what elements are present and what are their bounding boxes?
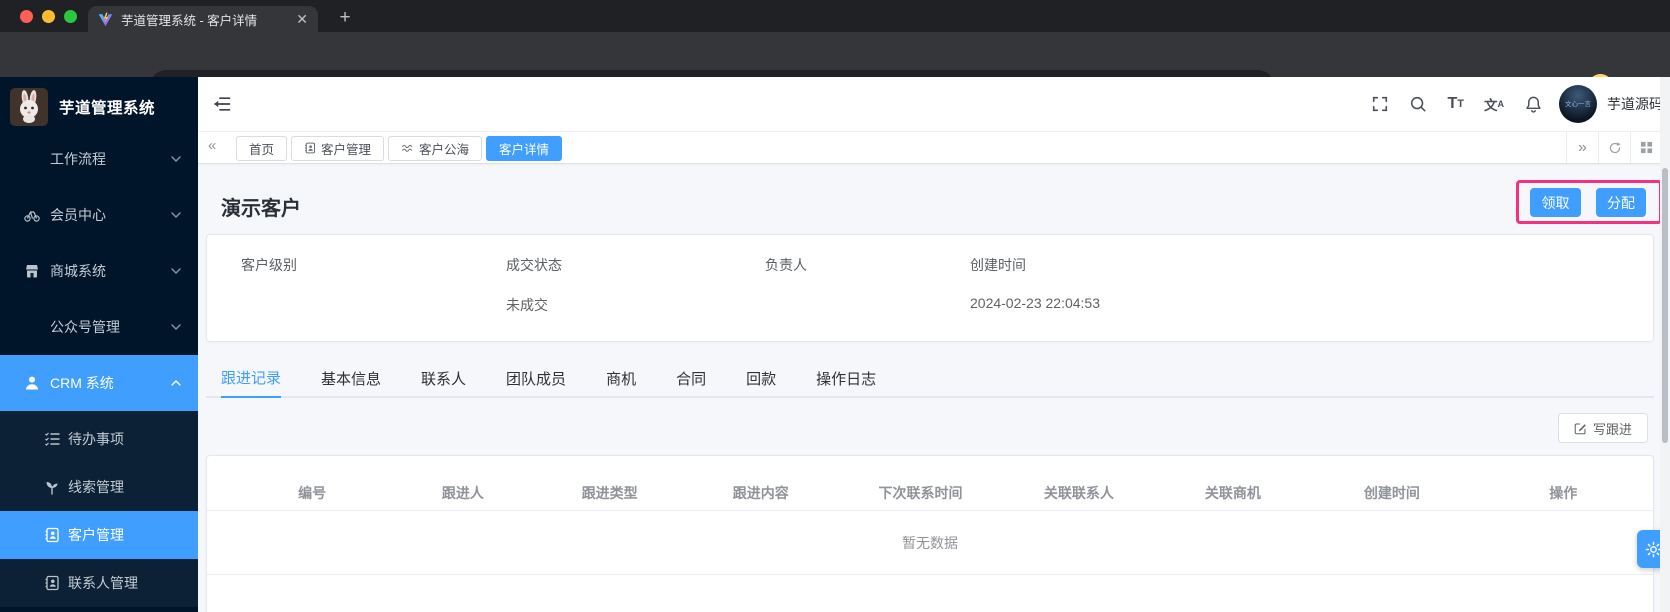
workflow-icon xyxy=(24,151,40,167)
crm-submenu: 待办事项 线索管理 客户管理 联系人管理 xyxy=(0,411,198,607)
column-header: 关联商机 xyxy=(1204,485,1261,501)
sidebar-item-member[interactable]: 会员中心 xyxy=(0,187,198,243)
official-account-icon xyxy=(24,319,40,335)
field-deal-status: 成交状态 未成交 xyxy=(506,257,562,313)
font-size-icon[interactable]: TT xyxy=(1447,95,1464,113)
edit-icon xyxy=(1574,423,1586,434)
language-icon[interactable]: 文A xyxy=(1484,94,1504,114)
column-header: 创建时间 xyxy=(1363,485,1420,501)
logo-rabbit-image xyxy=(10,88,48,126)
column-header: 下次联系时间 xyxy=(878,485,963,501)
field-owner: 负责人 xyxy=(765,257,807,273)
tags-layout-grid-icon[interactable] xyxy=(1630,132,1662,163)
vite-favicon-icon xyxy=(98,12,113,27)
tab-followup-records[interactable]: 跟进记录 xyxy=(221,358,282,398)
notification-bell-icon[interactable] xyxy=(1524,95,1543,114)
crm-user-icon xyxy=(26,376,38,390)
tag-customer-pool[interactable]: 客户公海 xyxy=(388,135,483,161)
window-minimize-button[interactable] xyxy=(42,9,55,23)
sidebar-item-workflow[interactable]: 工作流程 xyxy=(0,131,198,187)
column-header: 关联联系人 xyxy=(1043,485,1114,501)
tab-contracts[interactable]: 合同 xyxy=(676,358,706,398)
todo-list-icon xyxy=(45,432,60,446)
table-header-row: 编号 跟进人 跟进类型 跟进内容 下次联系时间 关联联系人 关联商机 创建时间 … xyxy=(207,456,1653,511)
window-zoom-button[interactable] xyxy=(64,9,77,23)
app-window: 芋道管理系统 - 客户详情 ✕ + 127.0.0.1/crm/customer… xyxy=(0,0,1670,612)
tag-customer-detail[interactable]: 客户详情 xyxy=(486,135,563,161)
chevron-down-icon xyxy=(171,324,181,330)
tags-scroll-left-icon[interactable]: « xyxy=(208,137,216,154)
tags-scroll-right-icon[interactable]: » xyxy=(1566,132,1598,163)
mall-icon xyxy=(26,265,38,278)
tags-view-bar: « 首页 客户管理 客户公海 客户详情 » xyxy=(198,131,1670,164)
chevron-down-icon xyxy=(171,212,181,218)
assign-button[interactable]: 分配 xyxy=(1596,188,1646,217)
column-header: 跟进内容 xyxy=(732,485,789,501)
customer-book-icon xyxy=(45,527,59,543)
detail-tabs: 跟进记录 基本信息 联系人 团队成员 商机 合同 回款 操作日志 xyxy=(206,358,1654,398)
main-content: 演示客户 领取 分配 客户级别 成交状态 未成交 负责人 创建时间 2024-0… xyxy=(198,164,1670,612)
sidebar-item-contacts[interactable]: 联系人管理 xyxy=(0,559,198,607)
table-empty-state: 暂无数据 xyxy=(207,511,1653,575)
tab-operation-log[interactable]: 操作日志 xyxy=(816,358,876,398)
chevron-down-icon xyxy=(171,268,181,274)
app-header: TT 文A 文心一言 芋道源码 xyxy=(198,77,1670,131)
tab-contacts[interactable]: 联系人 xyxy=(421,358,466,398)
tag-customer-management[interactable]: 客户管理 xyxy=(291,135,385,161)
tags-list: 首页 客户管理 客户公海 客户详情 xyxy=(236,135,563,161)
member-center-icon xyxy=(24,211,40,222)
field-customer-level: 客户级别 xyxy=(241,257,297,273)
tab-opportunities[interactable]: 商机 xyxy=(606,358,636,398)
tag-home[interactable]: 首页 xyxy=(236,135,288,161)
column-header: 编号 xyxy=(298,485,327,501)
browser-tab[interactable]: 芋道管理系统 - 客户详情 ✕ xyxy=(88,6,318,32)
sidebar-logo-title: 芋道管理系统 xyxy=(59,100,156,117)
sidebar-item-crm[interactable]: CRM 系统 xyxy=(0,355,198,411)
column-header: 操作 xyxy=(1549,485,1578,501)
sidebar-item-leads[interactable]: 线索管理 xyxy=(0,463,198,511)
sidebar: 芋道管理系统 工作流程 会员中心 商城系统 公众号管理 CRM 系统 待办事项 … xyxy=(0,77,198,612)
fullscreen-icon[interactable] xyxy=(1371,95,1389,113)
sidebar-item-customers[interactable]: 客户管理 xyxy=(0,511,198,559)
username[interactable]: 芋道源码 xyxy=(1607,94,1663,114)
sea-waves-icon xyxy=(401,142,414,154)
field-create-time: 创建时间 2024-02-23 22:04:53 xyxy=(970,257,1100,311)
tags-refresh-icon[interactable] xyxy=(1598,132,1630,163)
browser-tab-strip: 芋道管理系统 - 客户详情 ✕ + xyxy=(0,0,1670,32)
sidebar-item-todo[interactable]: 待办事项 xyxy=(0,415,198,463)
column-header: 跟进人 xyxy=(441,485,484,501)
claim-button[interactable]: 领取 xyxy=(1530,188,1581,217)
customer-summary-card: 客户级别 成交状态 未成交 负责人 创建时间 2024-02-23 22:04:… xyxy=(206,234,1654,342)
chevron-down-icon xyxy=(171,156,181,162)
leads-seedling-icon xyxy=(46,482,58,495)
collapse-menu-icon[interactable] xyxy=(212,94,232,114)
search-icon[interactable] xyxy=(1409,95,1427,113)
page-title: 演示客户 xyxy=(221,198,301,220)
customer-book-icon xyxy=(304,142,316,154)
window-close-button[interactable] xyxy=(20,9,33,23)
sidebar-item-official-account[interactable]: 公众号管理 xyxy=(0,299,198,355)
window-controls xyxy=(20,0,77,32)
chevron-up-icon xyxy=(171,380,181,386)
tags-controls: » xyxy=(1566,132,1662,163)
write-followup-button[interactable]: 写跟进 xyxy=(1558,413,1648,443)
sidebar-logo[interactable]: 芋道管理系统 xyxy=(0,83,198,131)
browser-tab-title: 芋道管理系统 - 客户详情 xyxy=(121,13,258,28)
followup-table-card: 编号 跟进人 跟进类型 跟进内容 下次联系时间 关联联系人 关联商机 创建时间 … xyxy=(206,455,1654,612)
browser-toolbar: 127.0.0.1/crm/customer/detail/17 6 xyxy=(0,32,1670,102)
tab-team-members[interactable]: 团队成员 xyxy=(506,358,566,398)
header-actions: TT 文A 文心一言 芋道源码 xyxy=(1371,77,1663,131)
page-scrollbar-thumb[interactable] xyxy=(1662,168,1668,443)
new-tab-button[interactable]: + xyxy=(332,5,358,31)
column-header: 跟进类型 xyxy=(581,485,638,501)
contact-book-icon xyxy=(45,575,59,591)
user-avatar[interactable]: 文心一言 xyxy=(1559,85,1597,123)
sidebar-item-mall[interactable]: 商城系统 xyxy=(0,243,198,299)
tab-close-icon[interactable]: ✕ xyxy=(296,12,308,26)
tab-basic-info[interactable]: 基本信息 xyxy=(321,358,381,398)
tab-receivables[interactable]: 回款 xyxy=(746,358,776,398)
